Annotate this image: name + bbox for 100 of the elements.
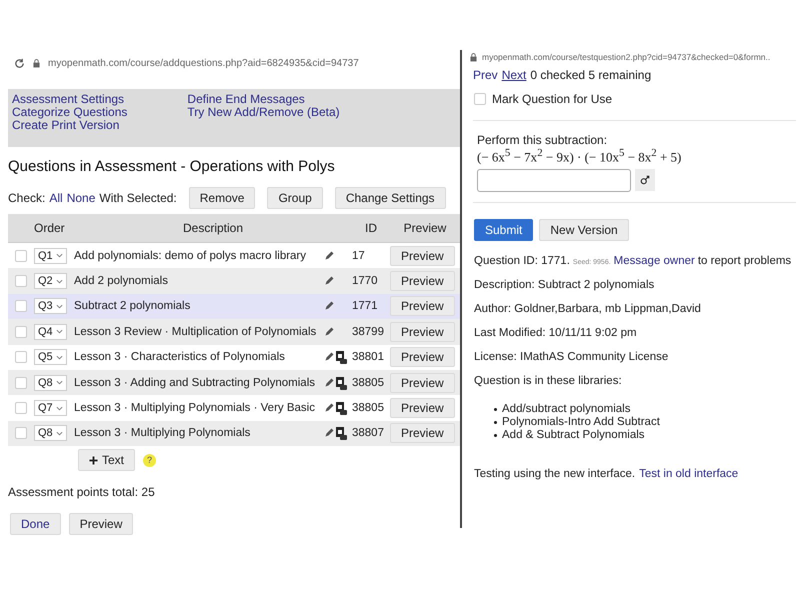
license-text: License: IMathAS Community License	[474, 351, 670, 364]
bullet-icon	[494, 421, 497, 424]
caret-icon	[56, 253, 63, 258]
mark-label: Mark Question for Use	[492, 92, 612, 106]
table-row[interactable]: Q8 Lesson 3 · Adding and Subtracting Polynomials 38805 Preview	[8, 370, 460, 396]
help-icon[interactable]: ?	[143, 454, 156, 467]
row-checkbox[interactable]	[15, 427, 27, 440]
column-header: ID	[364, 221, 378, 235]
library-item: Add/subtract polynomials	[502, 403, 630, 416]
order-select[interactable]: Q2	[34, 273, 67, 290]
pencil-icon[interactable]	[324, 403, 334, 414]
table-row[interactable]: Q1 Add polynomials: demo of polys macro library 17 Preview	[8, 243, 460, 268]
table-cell-text: 38807	[352, 427, 385, 440]
order-select[interactable]: Q8	[34, 425, 67, 442]
preview-button[interactable]: Preview	[390, 398, 455, 418]
order-select[interactable]: Q4	[34, 324, 67, 340]
column-header: Order	[34, 221, 66, 235]
lock-icon	[33, 58, 40, 68]
pencil-icon[interactable]	[324, 250, 334, 261]
preview-button[interactable]: Preview	[68, 513, 134, 536]
author-text: Author: Goldner,Barbara, mb Lippman,David	[474, 303, 702, 316]
row-checkbox[interactable]	[15, 275, 27, 288]
next-link[interactable]: Next	[502, 68, 526, 82]
library-item: Polynomials-Intro Add Subtract	[502, 416, 660, 430]
pencil-icon[interactable]	[324, 301, 334, 312]
library-item: Add & Subtract Polynomials	[502, 429, 645, 442]
caret-icon	[56, 304, 63, 309]
pencil-icon[interactable]	[324, 326, 334, 337]
caret-icon	[56, 430, 63, 436]
pencil-icon[interactable]	[324, 352, 334, 362]
caret-icon	[56, 329, 63, 334]
table-cell-text: 38805	[352, 402, 385, 414]
order-select[interactable]: Q5	[34, 349, 67, 366]
order-select[interactable]: Q7	[34, 400, 67, 416]
table-row[interactable]: Q4 Lesson 3 Review · Multiplication of Polynomials 38799 Preview	[8, 319, 460, 345]
url-text[interactable]: myopenmath.com/course/addquestions.php?aid=6824935&cid=94737	[48, 58, 359, 68]
row-checkbox[interactable]	[15, 351, 27, 364]
column-header: Preview	[402, 221, 448, 235]
table-cell-text: 1770	[352, 275, 379, 288]
mark-checkbox[interactable]	[474, 93, 486, 105]
new-version-button[interactable]: New Version	[539, 219, 629, 242]
table-row[interactable]: Q2 Add 2 polynomials 1770 Preview	[8, 268, 460, 294]
preview-button[interactable]: Preview	[390, 423, 455, 444]
submit-button[interactable]: Submit	[474, 219, 534, 242]
table-row[interactable]: Q8 Lesson 3 · Multiplying Polynomials 38807 Preview	[8, 420, 460, 446]
table-row[interactable]: Q3 Subtract 2 polynomials 1771 Preview	[8, 294, 460, 320]
action-button[interactable]: Group	[267, 187, 323, 209]
preview-button[interactable]: Preview	[390, 347, 455, 368]
add-text-button[interactable]: Text	[78, 449, 136, 472]
caret-icon	[56, 278, 63, 284]
nav-link[interactable]: Try New Add/Remove (Beta)	[187, 106, 340, 119]
caret-icon	[56, 380, 63, 386]
order-select[interactable]: Q1	[34, 248, 67, 264]
pencil-icon[interactable]	[324, 276, 334, 286]
video-icon[interactable]	[335, 401, 347, 416]
preview-button[interactable]: Preview	[390, 271, 455, 292]
bullet-icon	[494, 434, 497, 438]
page-heading: Questions in Assessment - Operations with Polys	[8, 158, 336, 175]
table-cell-text: Add polynomials: demo of polys macro library	[74, 250, 308, 262]
nav-link[interactable]: Assessment Settings	[12, 93, 128, 106]
order-select[interactable]: Q8	[34, 374, 67, 391]
pencil-icon[interactable]	[324, 378, 334, 388]
row-checkbox[interactable]	[15, 376, 27, 389]
done-button[interactable]: Done	[10, 513, 61, 536]
preview-button[interactable]: Preview	[390, 372, 455, 393]
row-checkbox[interactable]	[15, 300, 27, 312]
row-checkbox[interactable]	[15, 250, 27, 262]
prev-link[interactable]: Prev	[473, 68, 498, 82]
old-interface-link[interactable]: Test in old interface	[639, 468, 738, 480]
url-text[interactable]: myopenmath.com/course/testquestion2.php?cid=94737&checked=0&formn..	[482, 52, 770, 62]
nav-link[interactable]: Categorize Questions	[12, 106, 128, 119]
caret-icon	[56, 354, 63, 360]
video-icon[interactable]	[335, 426, 347, 440]
preview-button[interactable]: Preview	[390, 246, 455, 266]
action-button[interactable]: Change Settings	[334, 187, 446, 209]
check-all-link[interactable]: All	[49, 191, 63, 205]
question-id: Question ID: 1771.	[474, 255, 570, 268]
message-owner-link[interactable]: Message owner	[614, 255, 695, 268]
pencil-icon[interactable]	[324, 428, 334, 438]
plus-icon	[89, 456, 98, 465]
answer-field[interactable]	[477, 169, 631, 192]
reload-icon[interactable]	[14, 58, 25, 68]
order-select[interactable]: Q3	[34, 298, 67, 314]
video-icon[interactable]	[335, 376, 347, 390]
nav-link[interactable]: Create Print Version	[12, 119, 128, 132]
video-icon[interactable]	[335, 350, 347, 364]
bullet-icon	[494, 408, 497, 412]
nav-link[interactable]: Define End Messages	[187, 93, 340, 106]
preview-button[interactable]: Preview	[390, 322, 455, 342]
table-cell-text: 38805	[352, 376, 385, 389]
table-cell-text: Add 2 polynomials	[74, 275, 169, 288]
row-checkbox[interactable]	[15, 326, 27, 338]
preview-icon[interactable]	[635, 169, 655, 192]
check-none-link[interactable]: None	[66, 191, 96, 205]
lock-icon	[470, 52, 477, 62]
row-checkbox[interactable]	[15, 402, 27, 414]
preview-button[interactable]: Preview	[390, 296, 455, 316]
table-cell-text: 17	[352, 250, 366, 262]
action-button[interactable]: Remove	[188, 187, 256, 209]
table-row[interactable]: Q5 Lesson 3 · Characteristics of Polynomials 38801 Preview	[8, 344, 460, 370]
